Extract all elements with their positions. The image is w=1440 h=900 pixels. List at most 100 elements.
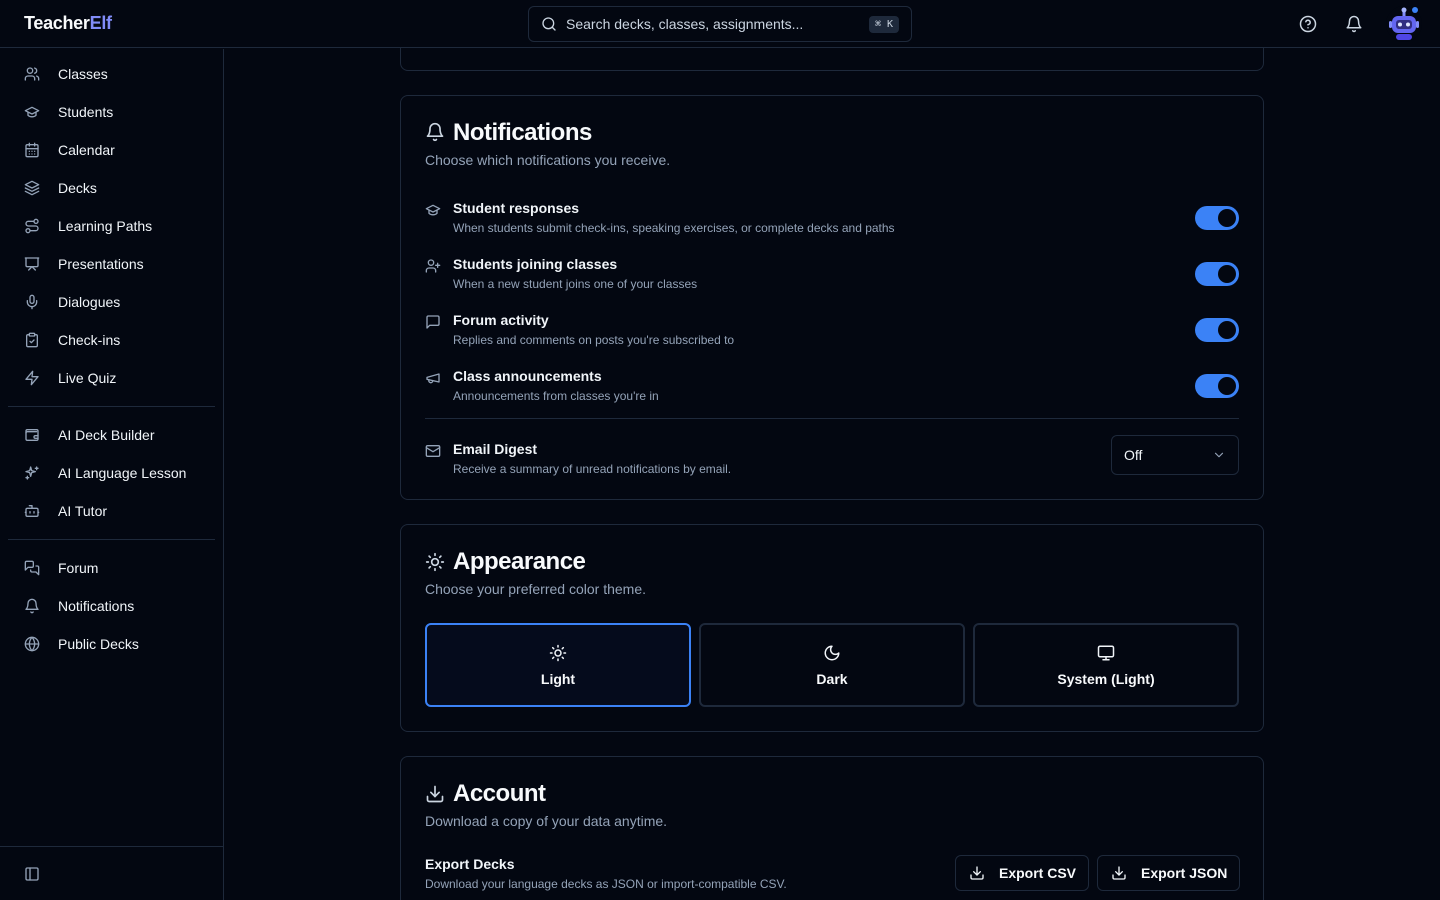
export-json-button[interactable]: Export JSON (1097, 855, 1241, 891)
sun-icon (425, 552, 445, 572)
notification-title: Student responses (453, 200, 580, 216)
notifications-card: Notifications Choose which notifications… (400, 95, 1264, 500)
logo-main-text: Teacher (24, 13, 90, 33)
sidebar-item-label: AI Language Lesson (58, 465, 187, 481)
class-announcements-toggle[interactable] (1195, 374, 1239, 398)
sidebar-item-forum[interactable]: Forum (8, 551, 215, 585)
top-bar: TeacherElf Search decks, classes, assign… (0, 0, 1440, 48)
notification-description: When students submit check-ins, speaking… (453, 221, 895, 235)
appearance-description: Choose your preferred color theme. (425, 581, 646, 597)
sidebar-item-ai-tutor[interactable]: AI Tutor (8, 494, 215, 528)
export-json-label: Export JSON (1141, 865, 1228, 881)
theme-option-dark[interactable]: Dark (699, 623, 965, 707)
clipboard-check-icon (24, 332, 40, 348)
sidebar-item-label: Notifications (58, 598, 135, 614)
calendar-icon (24, 142, 40, 158)
search-placeholder: Search decks, classes, assignments... (566, 16, 804, 32)
theme-option-system[interactable]: System (Light) (973, 623, 1239, 707)
mail-icon (425, 443, 441, 459)
notification-row-forum-activity: Forum activity Replies and comments on p… (425, 312, 1239, 356)
email-digest-title: Email Digest (453, 441, 538, 457)
search-input[interactable]: Search decks, classes, assignments... ⌘ … (528, 6, 912, 42)
wallet-cards-icon (24, 427, 40, 443)
theme-option-label: System (Light) (1057, 670, 1155, 687)
notification-description: When a new student joins one of your cla… (453, 277, 698, 291)
toggle-knob (1218, 321, 1236, 339)
sidebar-item-label: Forum (58, 560, 99, 576)
bot-icon (24, 503, 40, 519)
sidebar-item-ai-language-lesson[interactable]: AI Language Lesson (8, 456, 215, 490)
account-card: Account Download a copy of your data any… (400, 756, 1264, 900)
sidebar-item-check-ins[interactable]: Check-ins (8, 323, 215, 357)
sidebar-item-classes[interactable]: Classes (8, 57, 215, 91)
user-plus-icon (425, 258, 441, 274)
microphone-icon (24, 294, 40, 310)
sidebar-item-public-decks[interactable]: Public Decks (8, 627, 215, 661)
sidebar-item-presentations[interactable]: Presentations (8, 247, 215, 281)
bell-icon (24, 598, 40, 614)
sidebar-item-decks[interactable]: Decks (8, 171, 215, 205)
download-icon (969, 865, 985, 881)
chevron-down-icon (1212, 448, 1226, 462)
export-decks-title: Export Decks (425, 856, 515, 872)
notification-title: Forum activity (453, 312, 549, 328)
notification-description: Replies and comments on posts you're sub… (453, 333, 735, 347)
search-icon (541, 16, 557, 32)
sidebar-item-notifications[interactable]: Notifications (8, 589, 215, 623)
export-csv-button[interactable]: Export CSV (955, 855, 1090, 891)
theme-option-light[interactable]: Light (425, 623, 691, 707)
app-logo[interactable]: TeacherElf (24, 13, 112, 34)
sidebar-item-live-quiz[interactable]: Live Quiz (8, 361, 215, 395)
appearance-card: Appearance Choose your preferred color t… (400, 524, 1264, 732)
sidebar-item-label: AI Deck Builder (58, 427, 155, 443)
zap-icon (24, 370, 40, 386)
sidebar-item-label: Presentations (58, 256, 144, 272)
sidebar-item-label: Calendar (58, 142, 115, 158)
sidebar-item-dialogues[interactable]: Dialogues (8, 285, 215, 319)
download-icon (1111, 865, 1127, 881)
toggle-knob (1218, 377, 1236, 395)
presentation-icon (24, 256, 40, 272)
email-digest-description: Receive a summary of unread notification… (453, 462, 732, 476)
sidebar: Classes Students Calendar Decks Learning… (0, 49, 224, 900)
globe-icon (24, 636, 40, 652)
theme-option-label: Light (540, 670, 576, 687)
toggle-knob (1218, 265, 1236, 283)
messages-icon (24, 560, 40, 576)
appearance-title: Appearance (453, 548, 586, 575)
sidebar-item-label: Live Quiz (58, 370, 117, 386)
notification-description: Announcements from classes you're in (453, 389, 659, 403)
sidebar-item-label: Dialogues (58, 294, 121, 310)
students-joining-toggle[interactable] (1195, 262, 1239, 286)
notifications-divider (425, 418, 1239, 419)
search-shortcut-hint: ⌘ K (868, 15, 899, 33)
notification-title: Class announcements (453, 368, 602, 384)
sun-icon (549, 644, 567, 662)
sparkles-icon (24, 465, 40, 481)
student-responses-toggle[interactable] (1195, 206, 1239, 230)
graduation-cap-icon (24, 104, 40, 120)
message-square-icon (425, 314, 441, 330)
export-decks-description: Download your language decks as JSON or … (425, 877, 787, 891)
bell-icon[interactable] (1345, 15, 1363, 33)
sidebar-divider (8, 539, 215, 540)
logo-accent-text: Elf (89, 13, 112, 33)
download-icon (425, 784, 445, 804)
sidebar-item-learning-paths[interactable]: Learning Paths (8, 209, 215, 243)
sidebar-item-label: Classes (58, 66, 108, 82)
sidebar-item-ai-deck-builder[interactable]: AI Deck Builder (8, 418, 215, 452)
forum-activity-toggle[interactable] (1195, 318, 1239, 342)
panel-left-icon[interactable] (24, 866, 40, 882)
help-icon[interactable] (1299, 15, 1317, 33)
graduation-cap-icon (425, 202, 441, 218)
export-csv-label: Export CSV (999, 865, 1077, 881)
monitor-icon (1097, 644, 1115, 662)
email-digest-select[interactable]: Off (1111, 435, 1239, 475)
notification-row-students-joining: Students joining classes When a new stud… (425, 256, 1239, 300)
sidebar-item-label: Decks (58, 180, 97, 196)
route-icon (24, 218, 40, 234)
sidebar-item-calendar[interactable]: Calendar (8, 133, 215, 167)
sidebar-item-students[interactable]: Students (8, 95, 215, 129)
notification-row-student-responses: Student responses When students submit c… (425, 200, 1239, 244)
avatar-status-dot (1412, 7, 1418, 13)
